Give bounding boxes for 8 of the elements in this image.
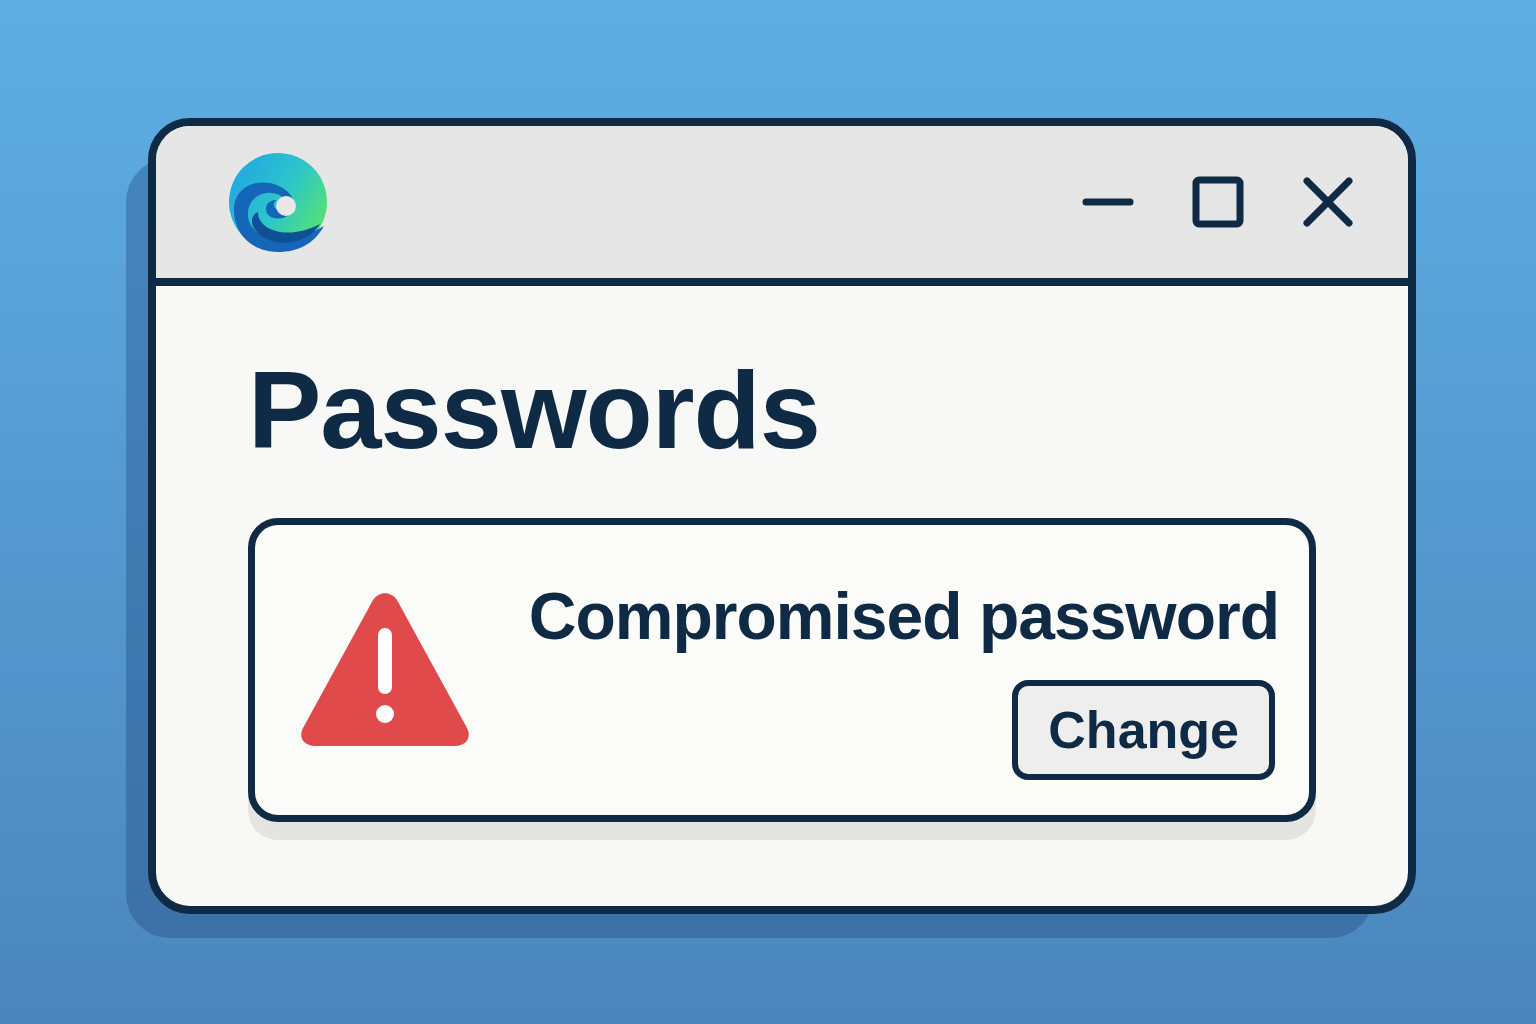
close-icon[interactable]	[1302, 176, 1354, 228]
maximize-icon[interactable]	[1192, 176, 1244, 228]
change-button[interactable]: Change	[1012, 680, 1275, 780]
warning-icon	[299, 592, 471, 748]
page-title: Passwords	[248, 347, 821, 473]
alert-message: Compromised password	[528, 578, 1279, 654]
minimize-icon[interactable]	[1082, 196, 1134, 208]
app-logo-icon	[228, 152, 328, 252]
